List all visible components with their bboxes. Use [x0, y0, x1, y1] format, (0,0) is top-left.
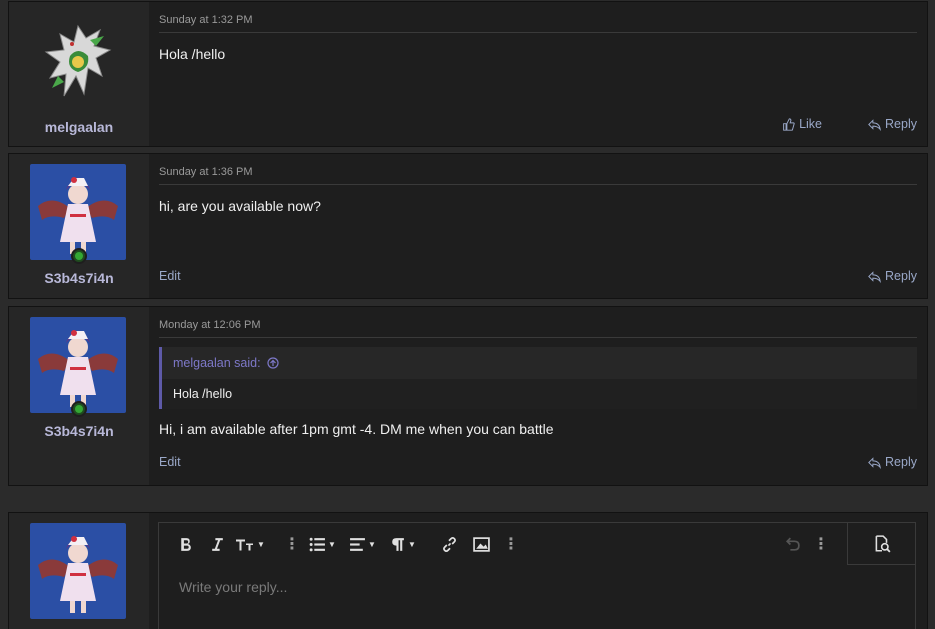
reply-label: Reply — [885, 269, 917, 283]
chevron-down-icon: ▼ — [328, 539, 336, 549]
edit-button[interactable]: Edit — [159, 269, 181, 283]
post-user-column — [9, 513, 159, 629]
italic-icon — [212, 537, 223, 551]
avatar[interactable] — [30, 317, 126, 413]
bold-button[interactable] — [177, 523, 209, 565]
remilia-avatar-icon — [38, 330, 118, 407]
more-insert-options-button[interactable]: ⋮ — [501, 523, 521, 565]
reply-button[interactable]: Reply — [868, 455, 917, 469]
reply-label: Reply — [885, 117, 917, 131]
remilia-avatar-icon — [38, 177, 118, 254]
post-message: Hi, i am available after 1pm gmt -4. DM … — [159, 421, 554, 437]
undo-button[interactable] — [777, 523, 807, 565]
post-1: melgaalan Sunday at 1:32 PM Hola /hello … — [8, 1, 928, 147]
edit-label: Edit — [159, 269, 181, 283]
arrow-up-circle-icon[interactable] — [266, 357, 279, 369]
reply-editor: ▼ ⋮ ▼ ▼ ▼ ⋮ ⋮ Write your reply... — [158, 522, 916, 629]
post-timestamp[interactable]: Sunday at 1:32 PM — [159, 14, 917, 33]
italic-button[interactable] — [209, 523, 235, 565]
preview-button[interactable] — [847, 523, 915, 565]
thumbs-up-icon — [783, 117, 795, 131]
list-icon — [309, 537, 325, 551]
like-button[interactable]: Like — [782, 117, 822, 131]
text-size-icon — [236, 539, 253, 550]
more-options-button[interactable]: ⋮ — [807, 523, 835, 565]
remilia-avatar-icon — [38, 536, 118, 613]
post-3: S3b4s7i4n Monday at 12:06 PM melgaalan s… — [8, 306, 928, 486]
avatar[interactable] — [30, 164, 126, 260]
reply-button[interactable]: Reply — [868, 269, 917, 283]
quote-block: melgaalan said: Hola /hello — [159, 347, 917, 409]
reply-button[interactable]: Reply — [868, 117, 917, 131]
preview-icon — [875, 534, 891, 553]
bold-icon — [181, 537, 191, 551]
chevron-down-icon: ▼ — [368, 539, 376, 549]
image-icon — [473, 536, 490, 552]
post-user-column: S3b4s7i4n — [9, 307, 159, 485]
insert-image-button[interactable] — [473, 523, 501, 565]
list-button[interactable]: ▼ — [309, 523, 349, 565]
like-label: Like — [799, 117, 822, 131]
post-2: S3b4s7i4n Sunday at 1:36 PM hi, are you … — [8, 153, 928, 299]
username[interactable]: melgaalan — [9, 119, 149, 135]
editor-toolbar: ▼ ⋮ ▼ ▼ ▼ ⋮ ⋮ — [159, 523, 915, 565]
reply-label: Reply — [885, 455, 917, 469]
post-message: Hola /hello — [159, 46, 226, 62]
post-message: hi, are you available now? — [159, 198, 321, 214]
online-status-badge — [71, 401, 87, 417]
online-status-badge — [71, 248, 87, 264]
username[interactable]: S3b4s7i4n — [9, 423, 149, 439]
reply-icon — [868, 118, 881, 131]
font-size-button[interactable]: ▼ — [235, 523, 275, 565]
chevron-down-icon: ▼ — [257, 539, 265, 549]
insert-link-button[interactable] — [441, 523, 473, 565]
post-content: Sunday at 1:36 PM hi, are you available … — [149, 154, 927, 298]
align-left-icon — [350, 537, 365, 551]
avatar[interactable] — [30, 523, 126, 619]
reply-input[interactable]: Write your reply... — [179, 579, 287, 595]
post-user-column: melgaalan — [9, 2, 159, 146]
post-timestamp[interactable]: Sunday at 1:36 PM — [159, 166, 917, 185]
reply-icon — [868, 270, 881, 283]
post-timestamp[interactable]: Monday at 12:06 PM — [159, 319, 917, 338]
post-content: Monday at 12:06 PM melgaalan said: Hola … — [149, 307, 927, 485]
quote-author-label: melgaalan said: — [173, 356, 261, 370]
more-text-options-button[interactable]: ⋮ — [275, 523, 309, 565]
paragraph-button[interactable]: ▼ — [389, 523, 441, 565]
quote-author[interactable]: melgaalan said: — [173, 356, 279, 370]
align-button[interactable]: ▼ — [349, 523, 389, 565]
edit-button[interactable]: Edit — [159, 455, 181, 469]
chevron-down-icon: ▼ — [408, 539, 416, 549]
post-user-column: S3b4s7i4n — [9, 154, 159, 298]
username[interactable]: S3b4s7i4n — [9, 270, 149, 286]
undo-icon — [785, 537, 800, 551]
post-content: Sunday at 1:32 PM Hola /hello Like Reply — [149, 2, 927, 146]
paragraph-icon — [392, 537, 404, 551]
edit-label: Edit — [159, 455, 181, 469]
link-icon — [443, 536, 456, 552]
quote-text: Hola /hello — [162, 379, 917, 409]
arceus-avatar-icon — [44, 24, 112, 97]
reply-icon — [868, 456, 881, 469]
avatar[interactable] — [30, 16, 126, 112]
